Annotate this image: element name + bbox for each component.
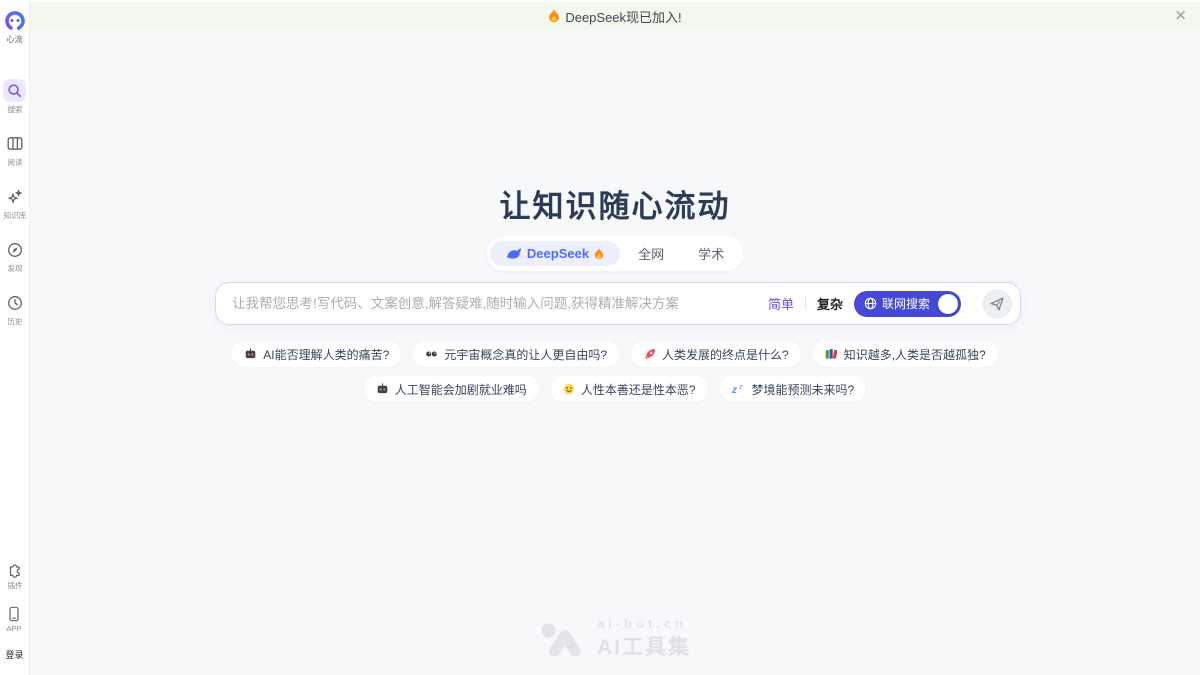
sidebar-item-label: 插件 [7,580,22,590]
send-button[interactable] [982,289,1012,319]
suggestion-chip[interactable]: 元宇宙概念真的让人更自由吗? [413,341,619,367]
robot-icon [244,348,257,360]
sidebar-item-label: 阅读 [7,157,22,167]
toggle-knob [938,294,958,314]
sidebar-item-label: 发现 [7,263,22,273]
plugin-icon [7,561,23,578]
chip-label: 元宇宙概念真的让人更自由吗? [444,346,607,363]
suggestion-row-2: 人工智能会加剧就业难吗 人性本善还是性本恶? zz 梦境能预测未来吗? [30,376,1200,402]
chip-label: 人性本善还是性本恶? [581,381,696,398]
robot-icon [376,383,389,395]
chip-label: 知识越多,人类是否越孤独? [844,346,986,363]
sidebar-item-plugin[interactable]: 插件 [7,561,23,591]
mode-simple-button[interactable]: 简单 [768,294,794,313]
sidebar-item-reading[interactable]: 阅读 [3,132,27,168]
sparkles-icon [3,185,26,208]
svg-text:z: z [738,384,743,391]
search-mode-tabs: DeepSeek 全网 学术 [487,236,743,271]
tab-whole-web[interactable]: 全网 [622,239,680,268]
sidebar-item-label: 搜索 [7,104,22,114]
suggestion-chip[interactable]: 人类发展的终点是什么? [631,341,801,367]
book-icon [3,132,26,155]
close-icon: ✕ [1174,8,1187,25]
face-icon [563,383,575,395]
search-icon [3,79,26,102]
rocket-icon [643,348,656,361]
login-button[interactable]: 登录 [5,648,23,661]
tab-deepseek[interactable]: DeepSeek [490,241,620,266]
search-input[interactable] [232,296,768,311]
mode-complex-button[interactable]: 复杂 [817,294,843,313]
history-icon [3,291,26,314]
sidebar-item-history[interactable]: 历史 [3,291,27,327]
sidebar-item-app[interactable]: APP [6,606,22,633]
sidebar-item-label: 知识库 [3,210,26,220]
flame-icon [548,9,560,23]
web-search-label: 联网搜索 [882,295,930,312]
tab-label: 学术 [698,244,724,263]
chip-label: 人类发展的终点是什么? [662,346,789,363]
tab-label: 全网 [638,244,664,263]
sidebar-item-search[interactable]: 搜索 [3,79,27,115]
sidebar-bottom: 插件 APP 登录 [0,561,29,661]
logo-label: 心流 [7,34,23,45]
chip-label: 梦境能预测未来吗? [752,381,855,398]
sidebar: 心流 搜索 阅读 知识库 [0,0,30,675]
banner-text: DeepSeek现已加入! [565,7,681,26]
sidebar-item-knowledge-base[interactable]: 知识库 [3,185,27,221]
smiley-logo-icon [4,10,26,32]
sidebar-nav: 搜索 阅读 知识库 发现 [3,79,27,327]
books-icon [825,348,838,360]
page-title: 让知识随心流动 [30,181,1200,226]
suggestion-chip[interactable]: 人性本善还是性本恶? [551,376,708,402]
chip-label: 人工智能会加剧就业难吗 [395,381,527,398]
mode-divider [805,297,806,310]
svg-text:z: z [732,385,737,395]
page: DeepSeek现已加入! ✕ 心流 [0,0,1200,675]
chip-label: AI能否理解人类的痛苦? [263,346,389,363]
whale-icon [506,248,522,260]
suggestion-chip[interactable]: 人工智能会加剧就业难吗 [364,376,539,402]
tabs-row: DeepSeek 全网 学术 [30,236,1200,271]
announcement-banner: DeepSeek现已加入! ✕ [30,2,1200,30]
sidebar-item-label: APP [7,624,22,633]
sidebar-item-discover[interactable]: 发现 [3,238,27,274]
paper-plane-icon [990,297,1004,311]
phone-icon [7,606,21,622]
zzz-icon: zz [732,383,746,395]
suggestion-chip[interactable]: zz 梦境能预测未来吗? [720,376,867,402]
tab-label: DeepSeek [527,246,589,261]
suggestion-chip[interactable]: AI能否理解人类的痛苦? [232,341,401,367]
globe-icon [864,297,877,310]
banner-close-button[interactable]: ✕ [1172,7,1189,26]
app-logo[interactable]: 心流 [4,10,26,45]
suggestion-chip[interactable]: 知识越多,人类是否越孤独? [813,341,998,367]
web-search-toggle[interactable]: 联网搜索 [854,291,961,317]
eyes-icon [425,349,438,359]
flame-icon [594,248,604,260]
search-bar: 简单 复杂 联网搜索 [215,282,1021,325]
search-controls: 简单 复杂 联网搜索 [768,289,1012,319]
suggestion-row-1: AI能否理解人类的痛苦? 元宇宙概念真的让人更自由吗? 人类发展的终点是什么? … [30,341,1200,367]
compass-icon [3,238,26,261]
sidebar-item-label: 历史 [7,316,22,326]
tab-academic[interactable]: 学术 [682,239,740,268]
